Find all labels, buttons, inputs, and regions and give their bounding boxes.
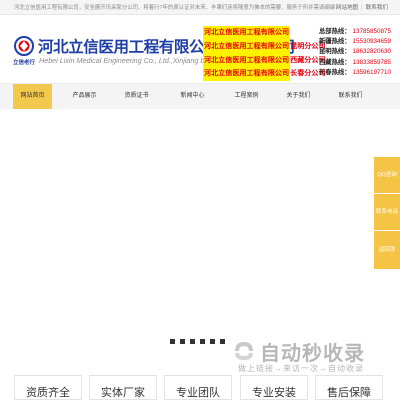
- slider-dot[interactable]: [180, 339, 185, 344]
- slider-dot[interactable]: [220, 339, 225, 344]
- feature-item: 专业团队: [164, 375, 232, 400]
- contact-link[interactable]: 联系我们: [366, 5, 388, 11]
- nav-item-about[interactable]: 关于我们: [279, 84, 318, 109]
- top-links: 网站地图 | 联系我们: [335, 5, 388, 11]
- branch-name: 河北立信医用工程有限公司: [203, 39, 291, 54]
- branch-name: 河北立信医用工程有限公司: [203, 53, 291, 68]
- branch-name: 河北立信医用工程有限公司: [203, 67, 291, 82]
- sitemap-link[interactable]: 网站地图: [336, 5, 358, 11]
- branch-list: 河北立信医用工程有限公司 河北立信医用工程有限公司昆明分公司 河北立信医用工程有…: [203, 26, 326, 82]
- side-qq-button[interactable]: QQ咨询: [374, 157, 400, 193]
- banner-slider[interactable]: [0, 109, 400, 359]
- feature-item: 售后保障: [315, 375, 383, 400]
- phone-number[interactable]: 15530934659: [352, 38, 391, 45]
- slider-dot[interactable]: [170, 339, 175, 344]
- phone-number[interactable]: 13596197710: [352, 69, 391, 76]
- branch-name: 河北立信医用工程有限公司: [203, 26, 291, 40]
- feature-strip: 资质齐全 实体厂家 专业团队 专业安装 售后保障: [0, 375, 400, 400]
- feature-item: 专业安装: [240, 375, 308, 400]
- slider-dot[interactable]: [190, 339, 195, 344]
- hotline-item: 昆明热线： 18632820630: [319, 48, 392, 56]
- watermark-logo-icon: [235, 342, 253, 360]
- hotline-item: 西藏热线： 13833859785: [319, 58, 392, 66]
- hotline-item: 长春热线： 13596197710: [319, 68, 392, 76]
- phone-number[interactable]: 13833859785: [352, 59, 391, 66]
- watermark-slogan: 做上链接→来访一次→自动收录: [238, 364, 364, 373]
- logo-caption: 立信老行: [13, 60, 36, 66]
- phone-number[interactable]: 13785850875: [352, 28, 391, 35]
- branch-item: 河北立信医用工程有限公司西藏分公司: [203, 53, 326, 68]
- side-phone-button[interactable]: 联系电话: [374, 194, 400, 230]
- company-name-en: Hebei Lixin Medical Engineering Co., Ltd…: [39, 56, 223, 65]
- nav-item-cases[interactable]: 工程案例: [227, 84, 266, 109]
- nav-item-products[interactable]: 产品展示: [65, 84, 104, 109]
- branch-item: 河北立信医用工程有限公司昆明分公司: [203, 39, 326, 54]
- top-bar: 河北立信医用工程有限公司，安全展开讯采家分公司、将着行7年的原认证对未来、丰果们…: [0, 0, 400, 15]
- nav-item-home[interactable]: 网站首页: [13, 84, 52, 109]
- phone-number[interactable]: 18632820630: [352, 48, 391, 55]
- hotline-item: 总部热线： 13785850875: [319, 28, 392, 35]
- hotline-list: 总部热线： 13785850875 新疆热线： 15530934659 昆明热线： 1…: [319, 27, 391, 78]
- nav-item-contact[interactable]: 联系我们: [331, 84, 370, 109]
- side-top-button[interactable]: 返回顶[1~3]: [374, 231, 400, 291]
- company-logo-icon[interactable]: [14, 36, 34, 56]
- watermark-title: 自动秒收录: [260, 343, 365, 365]
- slider-dot[interactable]: [210, 339, 215, 344]
- slider-dot[interactable]: [200, 339, 205, 344]
- top-intro-text: 河北立信医用工程有限公司，安全展开讯采家分公司、将着行7年的原认证对未来、丰果们…: [14, 5, 336, 11]
- branch-item: 河北立信医用工程有限公司长春分公司: [203, 67, 326, 82]
- feature-item: 资质齐全: [14, 375, 82, 400]
- branch-item: 河北立信医用工程有限公司: [203, 26, 326, 40]
- main-nav: 网站首页 产品展示 资质证书 新闻中心 工程案例 关于我们 联系我们: [0, 83, 400, 110]
- nav-item-certificates[interactable]: 资质证书: [117, 84, 156, 109]
- nav-item-news[interactable]: 新闻中心: [173, 84, 212, 109]
- feature-item: 实体厂家: [89, 375, 157, 400]
- hotline-item: 新疆热线： 15530934659: [319, 38, 392, 46]
